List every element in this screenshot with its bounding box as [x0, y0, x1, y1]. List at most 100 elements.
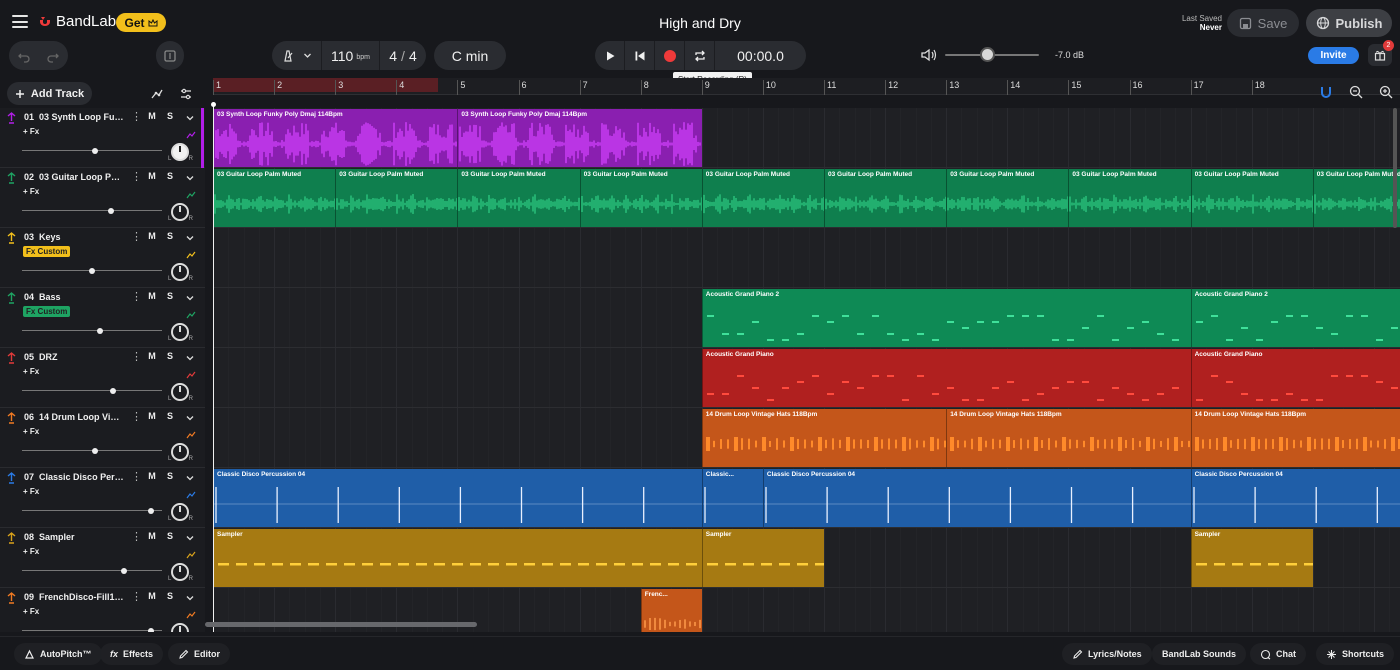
- audio-region[interactable]: Frenc...: [640, 589, 702, 632]
- solo-button[interactable]: S: [163, 471, 177, 481]
- add-fx-button[interactable]: + Fx: [23, 127, 39, 136]
- chevron-down-icon[interactable]: [185, 413, 195, 423]
- track-volume-knob[interactable]: [147, 508, 154, 514]
- solo-button[interactable]: S: [163, 531, 177, 541]
- audio-region[interactable]: 03 Guitar Loop Palm Muted: [213, 169, 336, 227]
- effects-button[interactable]: fx Effects: [100, 643, 164, 665]
- track-options-icon[interactable]: ⋮: [131, 410, 142, 423]
- track-volume-knob[interactable]: [147, 628, 154, 632]
- track-header[interactable]: 07 Classic Disco Percussion 04 ⋮ M S + F…: [0, 468, 205, 528]
- audio-region[interactable]: Classic Disco Percussion 04: [762, 469, 1191, 527]
- bandlab-sounds-button[interactable]: BandLab Sounds: [1152, 643, 1246, 665]
- add-fx-button[interactable]: + Fx: [23, 607, 39, 616]
- audio-region[interactable]: 03 Synth Loop Funky Poly Dmaj 114Bpm: [457, 109, 702, 167]
- audio-region[interactable]: Classic Disco Percussion 04: [1190, 469, 1400, 527]
- track-volume-knob[interactable]: [121, 568, 128, 574]
- vertical-scrollbar[interactable]: [1393, 108, 1397, 228]
- automation-icon[interactable]: [186, 130, 196, 140]
- rewind-button[interactable]: [625, 41, 655, 70]
- audio-region[interactable]: 03 Guitar Loop Palm Muted: [457, 169, 580, 227]
- mute-button[interactable]: M: [145, 411, 159, 421]
- track-name[interactable]: 04 Bass: [24, 292, 124, 302]
- loop-button[interactable]: [685, 41, 715, 70]
- audio-region[interactable]: 03 Guitar Loop Palm Muted: [1068, 169, 1191, 227]
- track-options-icon[interactable]: ⋮: [131, 590, 142, 603]
- track-header[interactable]: 09 FrenchDisco-Fill1_128bpm ⋮ M S + Fx L…: [0, 588, 205, 632]
- automation-icon[interactable]: [186, 310, 196, 320]
- automation-icon[interactable]: [186, 610, 196, 620]
- horizontal-scrollbar[interactable]: [205, 622, 477, 627]
- audio-region[interactable]: 03 Guitar Loop Palm Muted: [1312, 169, 1400, 227]
- mute-button[interactable]: M: [145, 231, 159, 241]
- solo-button[interactable]: S: [163, 591, 177, 601]
- audio-region[interactable]: Acoustic Grand Piano 2: [701, 289, 1191, 347]
- audio-region[interactable]: Sampler: [213, 529, 702, 587]
- audio-region[interactable]: Classic...: [701, 469, 763, 527]
- snap-grid-button[interactable]: [156, 41, 184, 70]
- add-fx-button[interactable]: + Fx: [23, 547, 39, 556]
- play-button[interactable]: [595, 41, 625, 70]
- audio-region[interactable]: 03 Guitar Loop Palm Muted: [824, 169, 947, 227]
- fx-custom-badge[interactable]: Fx Custom: [23, 306, 71, 317]
- audio-region[interactable]: 03 Guitar Loop Palm Muted: [335, 169, 458, 227]
- mute-button[interactable]: M: [145, 471, 159, 481]
- audio-region[interactable]: 03 Synth Loop Funky Poly Dmaj 114Bpm: [213, 109, 458, 167]
- lyrics-notes-button[interactable]: Lyrics/Notes: [1062, 643, 1152, 665]
- track-header[interactable]: 06 14 Drum Loop Vintage Hats 118bpm ⋮ M …: [0, 408, 205, 468]
- track-name[interactable]: 09 FrenchDisco-Fill1_128bpm: [24, 592, 124, 602]
- chevron-down-icon[interactable]: [185, 113, 195, 123]
- track-volume-knob[interactable]: [107, 208, 114, 214]
- track-volume-slider[interactable]: [22, 630, 162, 631]
- chevron-down-icon[interactable]: [185, 533, 195, 543]
- solo-button[interactable]: S: [163, 111, 177, 121]
- autopitch-button[interactable]: AutoPitch™: [14, 643, 102, 665]
- add-track-button[interactable]: Add Track: [7, 82, 92, 105]
- chevron-down-icon[interactable]: [185, 173, 195, 183]
- arrangement-timeline[interactable]: 03 Synth Loop Funky Poly Dmaj 114Bpm 03 …: [213, 108, 1400, 632]
- save-button[interactable]: Save: [1227, 9, 1299, 37]
- track-volume-slider[interactable]: [22, 210, 162, 211]
- mute-button[interactable]: M: [145, 291, 159, 301]
- add-fx-button[interactable]: + Fx: [23, 367, 39, 376]
- audio-region[interactable]: 14 Drum Loop Vintage Hats 118Bpm: [946, 409, 1191, 467]
- magnet-icon[interactable]: [1318, 84, 1334, 100]
- undo-icon[interactable]: [17, 49, 31, 63]
- mute-button[interactable]: M: [145, 111, 159, 121]
- track-name[interactable]: 08 Sampler: [24, 532, 124, 542]
- audio-region[interactable]: 03 Guitar Loop Palm Muted: [946, 169, 1069, 227]
- playhead-handle[interactable]: [211, 102, 216, 107]
- zoom-in-icon[interactable]: [1378, 84, 1394, 100]
- chevron-down-icon[interactable]: [185, 293, 195, 303]
- track-options-icon[interactable]: ⋮: [131, 230, 142, 243]
- chat-button[interactable]: Chat: [1250, 643, 1306, 665]
- bandlab-logo[interactable]: BandLab: [38, 13, 116, 30]
- automation-icon[interactable]: [186, 430, 196, 440]
- invite-button[interactable]: Invite: [1308, 47, 1359, 64]
- track-header[interactable]: 03 Keys ⋮ M S Fx Custom LR: [0, 228, 205, 288]
- track-name[interactable]: 05 DRZ: [24, 352, 124, 362]
- audio-region[interactable]: Sampler: [1190, 529, 1313, 587]
- mute-button[interactable]: M: [145, 171, 159, 181]
- track-volume-knob[interactable]: [91, 448, 98, 454]
- redo-icon[interactable]: [46, 49, 60, 63]
- fx-custom-badge[interactable]: Fx Custom: [23, 246, 71, 257]
- track-name[interactable]: 01 03 Synth Loop Funky Poly Dmaj 114bpm: [24, 112, 124, 122]
- menu-icon[interactable]: [12, 15, 28, 28]
- audio-region[interactable]: Acoustic Grand Piano: [701, 349, 1191, 407]
- record-button[interactable]: [655, 41, 685, 70]
- track-options-icon[interactable]: ⋮: [131, 290, 142, 303]
- solo-button[interactable]: S: [163, 351, 177, 361]
- track-name[interactable]: 02 03 Guitar Loop Palm Muted: [24, 172, 124, 182]
- solo-button[interactable]: S: [163, 231, 177, 241]
- solo-button[interactable]: S: [163, 171, 177, 181]
- track-header[interactable]: 01 03 Synth Loop Funky Poly Dmaj 114bpm …: [0, 108, 205, 168]
- mute-button[interactable]: M: [145, 351, 159, 361]
- automation-icon[interactable]: [186, 490, 196, 500]
- speaker-icon[interactable]: [920, 48, 938, 62]
- playhead[interactable]: [213, 104, 214, 632]
- automation-icon[interactable]: [186, 250, 196, 260]
- track-volume-knob[interactable]: [91, 148, 98, 154]
- track-header[interactable]: 04 Bass ⋮ M S Fx Custom LR: [0, 288, 205, 348]
- editor-button[interactable]: Editor: [168, 643, 230, 665]
- mixer-button[interactable]: [176, 84, 196, 104]
